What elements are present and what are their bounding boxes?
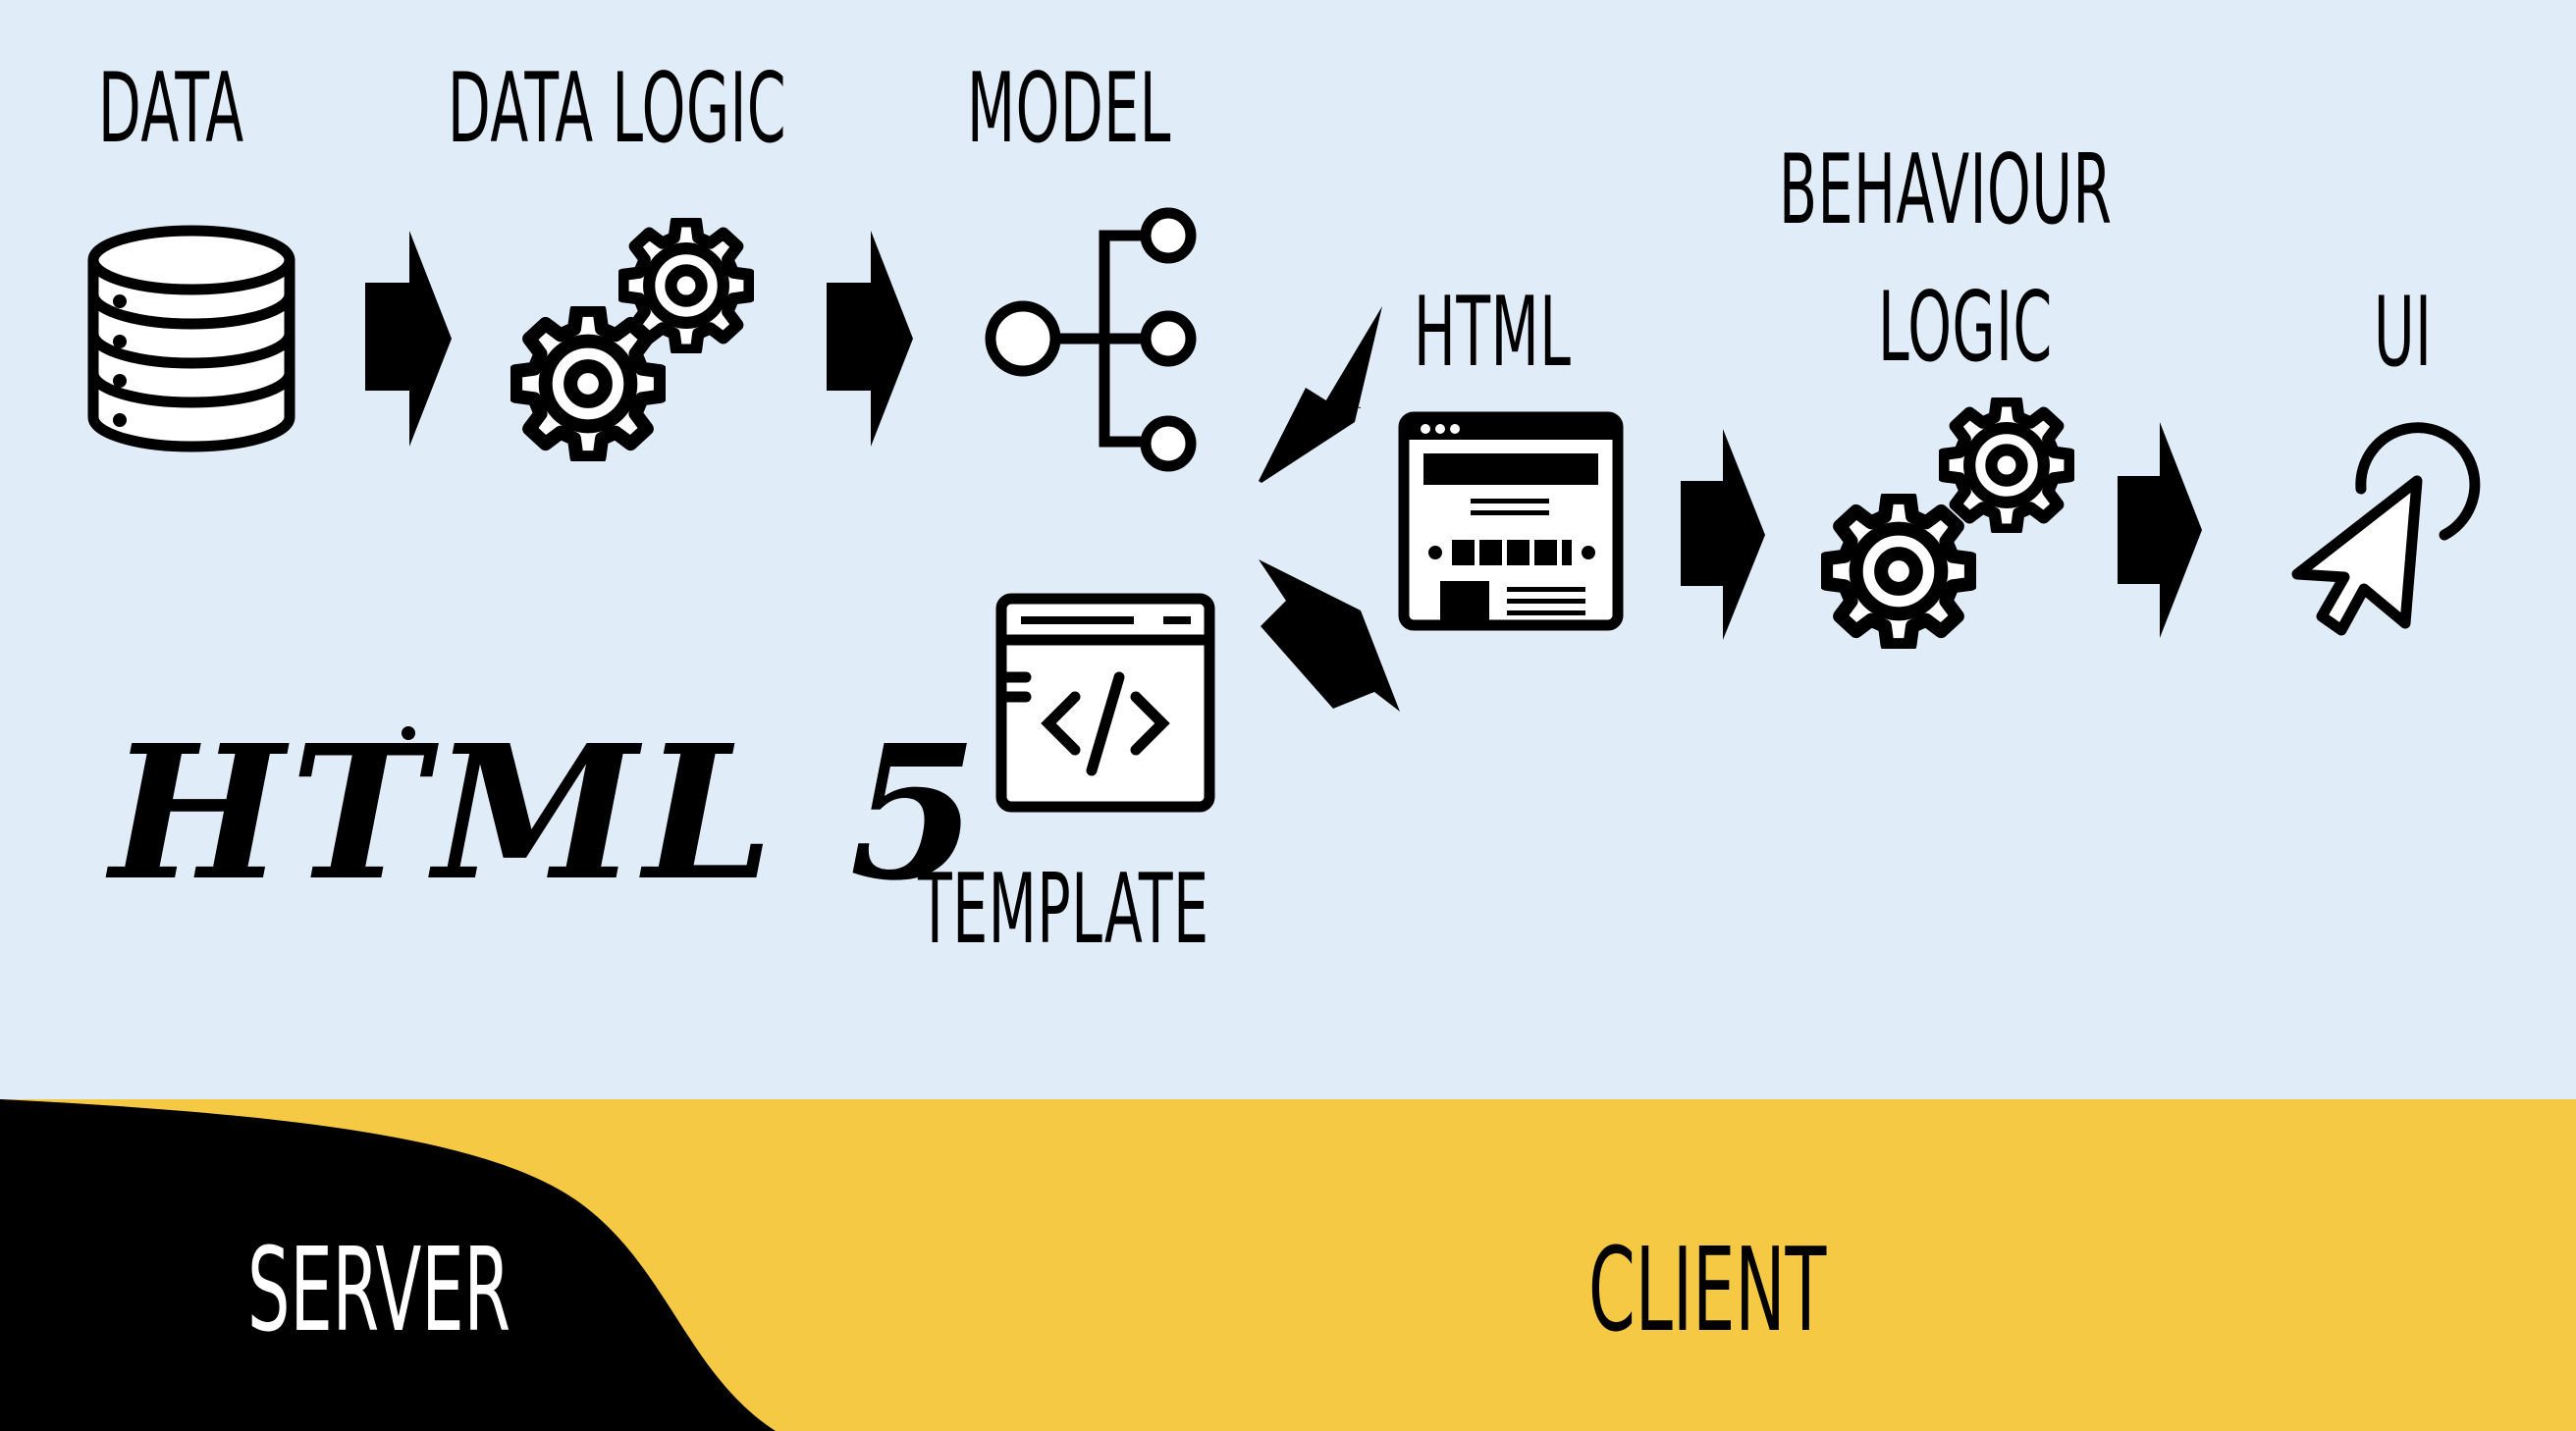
label-html: HTML (1414, 277, 1572, 389)
label-ui: UI (2374, 277, 2433, 389)
arrow-data-to-datalogic (365, 231, 452, 447)
webpage-layout-icon (1398, 411, 1624, 631)
arrow-model-to-html (1259, 306, 1382, 483)
arrow-html-to-behaviour (1681, 429, 1765, 640)
label-data-logic: DATA LOGIC (448, 53, 787, 165)
database-icon (87, 225, 295, 452)
hierarchy-tree-icon (985, 207, 1197, 472)
gears-icon (515, 221, 749, 457)
cursor-click-icon (2291, 422, 2481, 636)
arrow-datalogic-to-model (827, 231, 913, 447)
label-data: DATA (98, 53, 244, 165)
html5-logo-text: HTML 5 (110, 705, 985, 922)
code-template-icon (995, 593, 1215, 813)
label-logic: LOGIC (1878, 272, 2053, 384)
arrow-behaviour-to-ui (2118, 422, 2202, 638)
label-behaviour: BEHAVIOUR (1779, 134, 2113, 246)
arrow-template-to-html (1259, 559, 1400, 712)
server-label: SERVER (247, 1222, 511, 1357)
label-model: MODEL (967, 53, 1172, 165)
client-label: CLIENT (1588, 1222, 1827, 1357)
gears-icon (1826, 400, 2069, 645)
